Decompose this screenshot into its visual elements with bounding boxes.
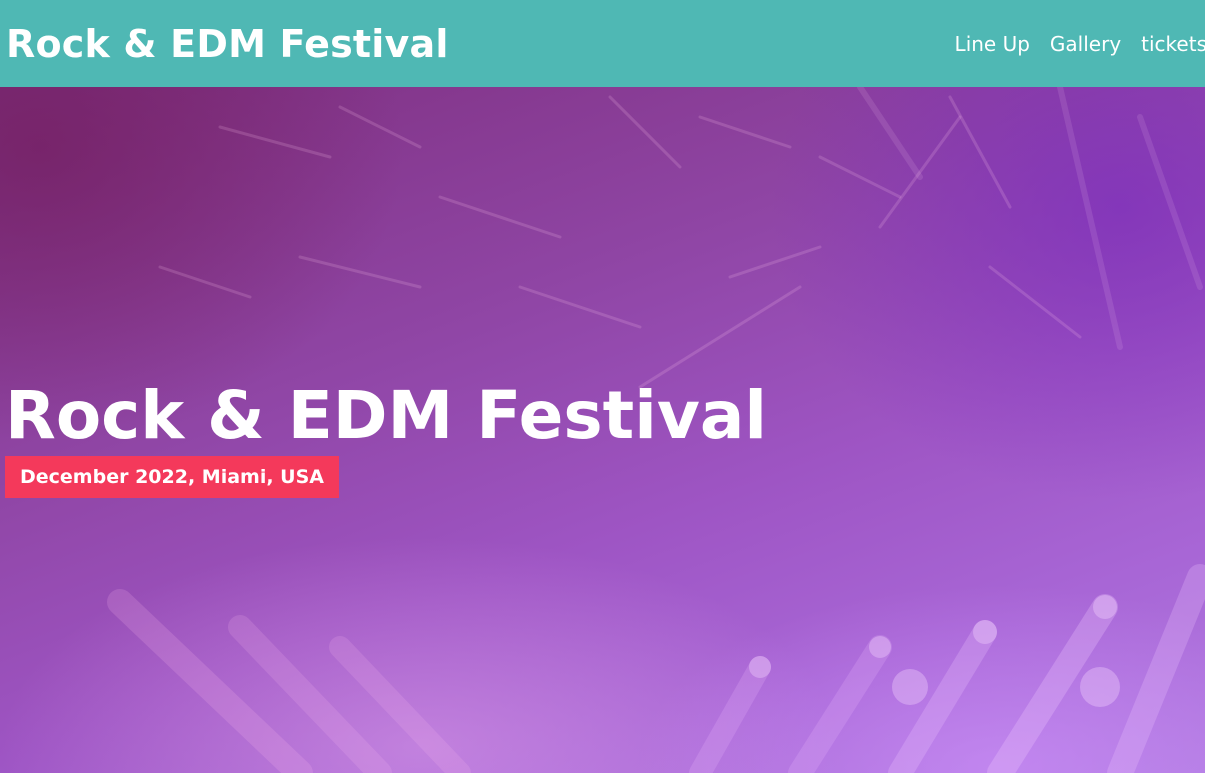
hero-section: Rock & EDM Festival December 2022, Miami… <box>0 87 1205 773</box>
event-date-location-badge: December 2022, Miami, USA <box>5 456 339 498</box>
site-brand[interactable]: Rock & EDM Festival <box>0 22 449 66</box>
nav-link-tickets[interactable]: tickets <box>1141 32 1205 56</box>
hero-title: Rock & EDM Festival <box>5 377 768 454</box>
nav-link-gallery[interactable]: Gallery <box>1050 32 1121 56</box>
navbar: Rock & EDM Festival Line Up Gallery tick… <box>0 0 1205 87</box>
nav-link-line-up[interactable]: Line Up <box>955 32 1030 56</box>
nav-links: Line Up Gallery tickets <box>955 32 1205 56</box>
